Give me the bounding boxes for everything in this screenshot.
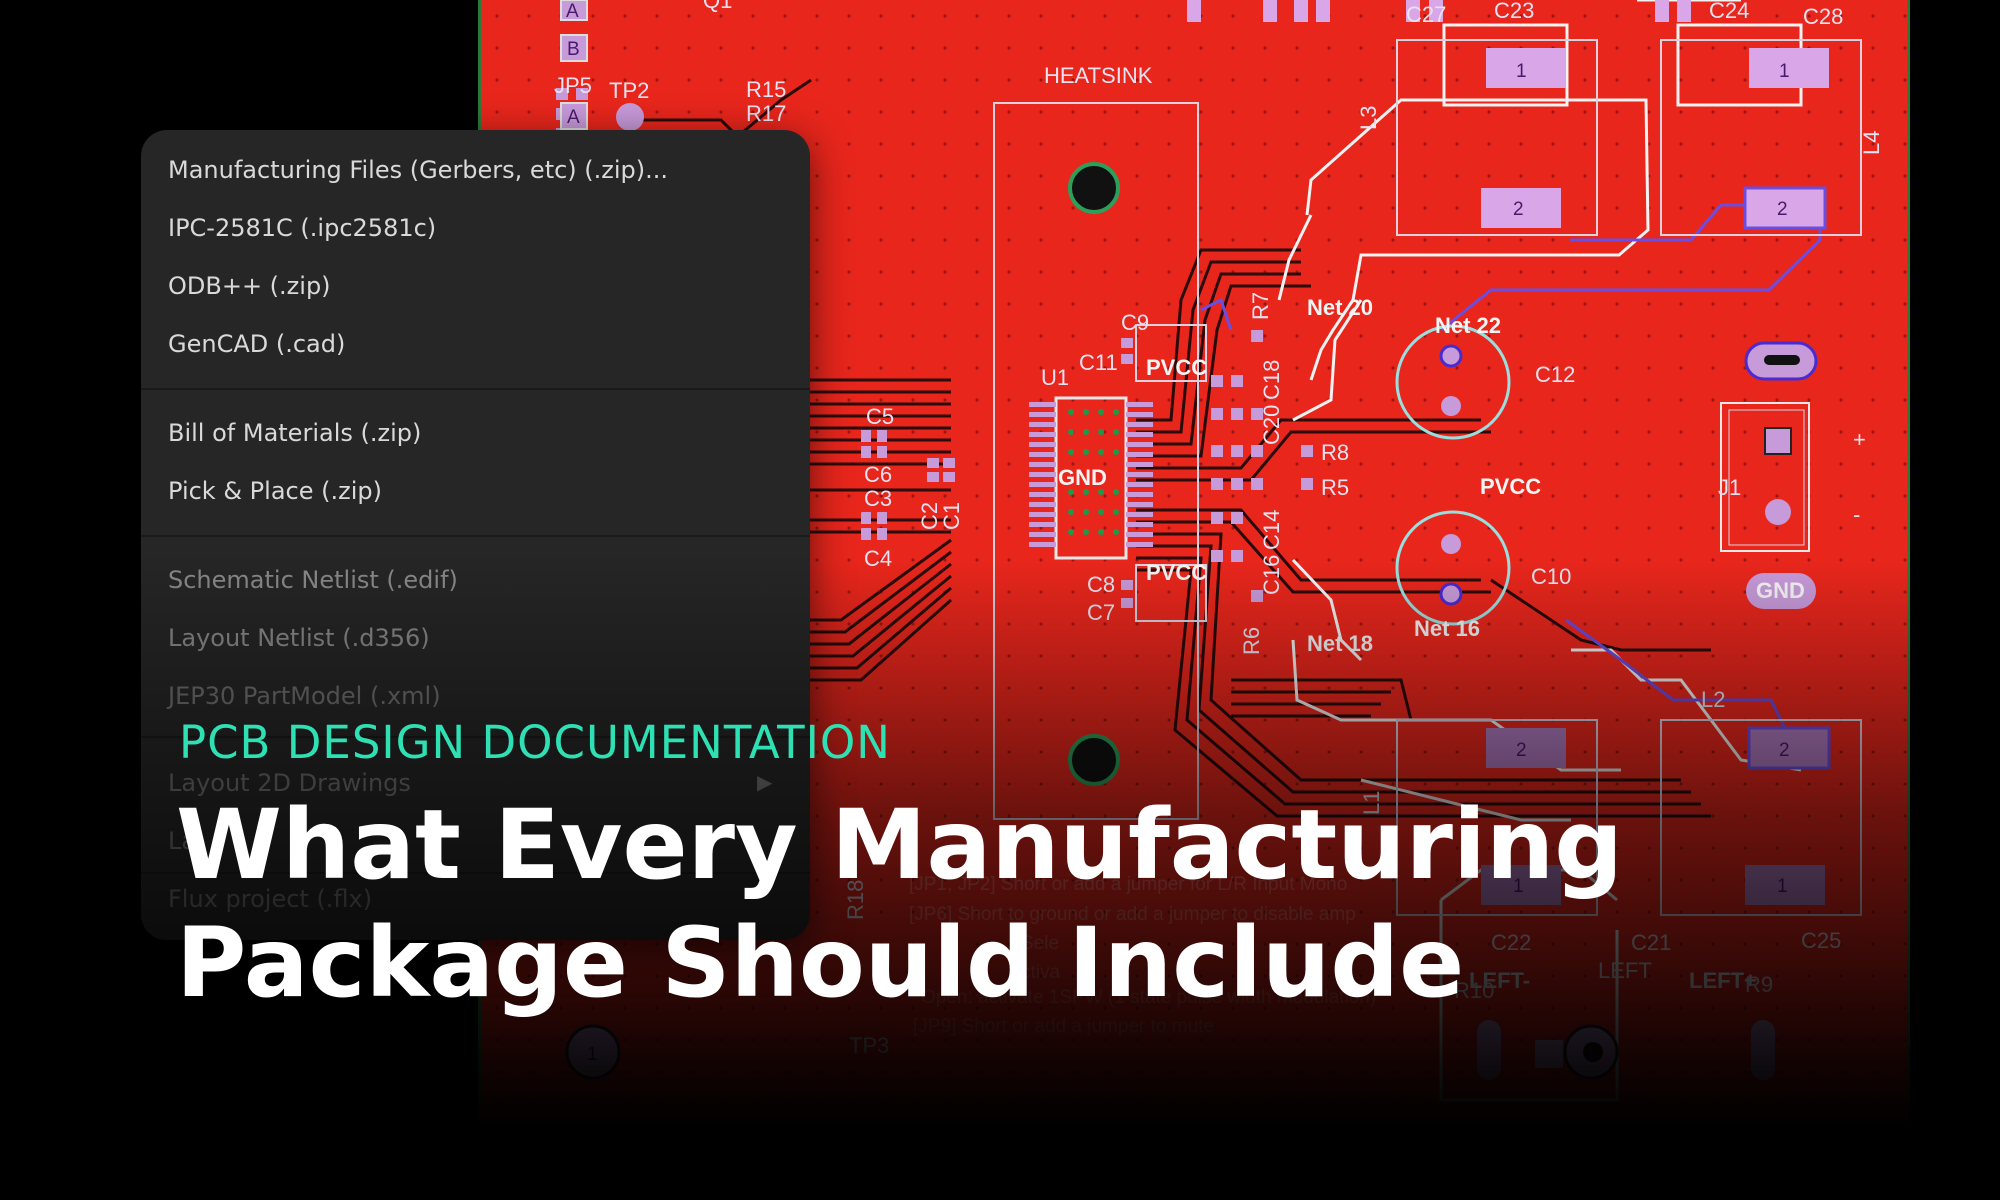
ref-c27: C27 <box>1406 2 1446 27</box>
menu-item-layout-netlist[interactable]: Layout Netlist (.d356) <box>168 618 430 658</box>
j1-minus-label: - <box>1853 502 1860 527</box>
gnd-pad-label: GND <box>1756 578 1805 603</box>
pad-number-l3-1: 1 <box>1516 61 1527 82</box>
net-label-22: Net 22 <box>1435 313 1501 338</box>
j1-pad-square <box>1764 427 1792 455</box>
pad-number-l4-2: 2 <box>1777 199 1788 220</box>
ref-c8: C8 <box>1087 572 1115 597</box>
ref-c1: C1 <box>939 502 964 530</box>
pad-number-l2-2: 2 <box>1779 740 1790 761</box>
ref-c18: C18 <box>1259 360 1284 400</box>
ref-l4: L4 <box>1859 131 1884 155</box>
menu-item-odb[interactable]: ODB++ (.zip) <box>168 266 331 306</box>
pad-number-l3-2: 2 <box>1513 199 1524 220</box>
ref-c6: C6 <box>864 462 892 487</box>
via-slot-hole <box>1764 355 1800 365</box>
mount-hole-bottom <box>1068 734 1120 786</box>
ref-c16: C16 <box>1259 555 1284 595</box>
ref-c7: C7 <box>1087 600 1115 625</box>
ref-tp2: TP2 <box>609 78 649 103</box>
ref-c20: C20 <box>1259 405 1284 445</box>
pad-number-l1-2: 2 <box>1516 740 1527 761</box>
eyebrow-category: PCB DESIGN DOCUMENTATION <box>179 716 891 769</box>
cap-c12-pad-plus <box>1439 344 1463 368</box>
ref-r17: R17 <box>746 101 786 126</box>
pvcc-label-top: PVCC <box>1146 355 1207 380</box>
pin-label-a: A <box>567 107 580 128</box>
ref-c14: C14 <box>1259 510 1284 550</box>
tp2-pad <box>616 103 644 131</box>
net-label-16: Net 16 <box>1414 616 1480 641</box>
cap-c10-pad-minus <box>1441 534 1461 554</box>
ref-r7: R7 <box>1248 292 1273 320</box>
hole-number-right: 1 <box>1585 1044 1596 1065</box>
bottom-pad-square <box>1535 1040 1563 1068</box>
ref-r5: R5 <box>1321 475 1349 500</box>
ref-r8: R8 <box>1321 440 1349 465</box>
ref-c9: C9 <box>1121 310 1149 335</box>
ref-c23: C23 <box>1494 0 1534 23</box>
ref-r6: R6 <box>1239 627 1264 655</box>
ref-j1: J1 <box>1718 475 1741 500</box>
pin-label-b: B <box>567 39 580 60</box>
ref-c11: C11 <box>1079 350 1118 375</box>
pvcc-label-bot: PVCC <box>1146 560 1207 585</box>
page-title: What Every Manufacturing Package Should … <box>176 786 1876 1022</box>
menu-item-jep30[interactable]: JEP30 PartModel (.xml) <box>168 676 441 716</box>
heatsink-label: HEATSINK <box>1044 63 1153 88</box>
ref-c3: C3 <box>864 486 892 511</box>
headline-line-2: Package Should Include <box>176 907 1465 1019</box>
bottom-slot-left <box>1477 1020 1501 1080</box>
menu-divider <box>141 535 810 537</box>
net-label-20: Net 20 <box>1307 295 1373 320</box>
ref-c28: C28 <box>1803 4 1843 29</box>
cap-c12-pad-minus <box>1441 396 1461 416</box>
ref-q1: Q1 <box>703 0 732 13</box>
ref-u1: U1 <box>1041 365 1069 390</box>
pvcc-label-mid: PVCC <box>1480 474 1541 499</box>
pad-number-l4-1: 1 <box>1779 61 1790 82</box>
ref-c10: C10 <box>1531 564 1571 589</box>
menu-item-manufacturing-files[interactable]: Manufacturing Files (Gerbers, etc) (.zip… <box>168 150 668 190</box>
ref-c4: C4 <box>864 546 892 571</box>
ref-c5: C5 <box>866 404 894 429</box>
menu-item-bom[interactable]: Bill of Materials (.zip) <box>168 413 421 453</box>
gnd-label-u1: GND <box>1058 465 1107 490</box>
ref-tp3: TP3 <box>849 1033 889 1058</box>
menu-item-schematic-netlist[interactable]: Schematic Netlist (.edif) <box>168 560 458 600</box>
hole-number-left: 1 <box>587 1044 598 1065</box>
j1-plus-label: + <box>1853 427 1866 452</box>
cap-c10-pad-plus <box>1439 582 1463 606</box>
ref-l3: L3 <box>1356 106 1381 130</box>
menu-item-gencad[interactable]: GenCAD (.cad) <box>168 324 345 364</box>
net-label-18: Net 18 <box>1307 631 1373 656</box>
ref-c24: C24 <box>1709 0 1749 23</box>
mount-hole-top <box>1068 162 1120 214</box>
bottom-slot-right <box>1751 1020 1775 1080</box>
ref-r15: R15 <box>746 77 786 102</box>
ref-c12: C12 <box>1535 362 1575 387</box>
menu-item-pick-place[interactable]: Pick & Place (.zip) <box>168 471 382 511</box>
pin-label-a-top: A <box>566 1 579 22</box>
j1-pad-round <box>1765 499 1791 525</box>
cap-c10-outline <box>1395 510 1511 626</box>
menu-item-ipc2581c[interactable]: IPC-2581C (.ipc2581c) <box>168 208 436 248</box>
ref-l2: L2 <box>1701 687 1725 712</box>
headline-line-1: What Every Manufacturing <box>176 789 1623 901</box>
ref-jp5: JP5 <box>554 73 592 98</box>
menu-divider <box>141 388 810 390</box>
